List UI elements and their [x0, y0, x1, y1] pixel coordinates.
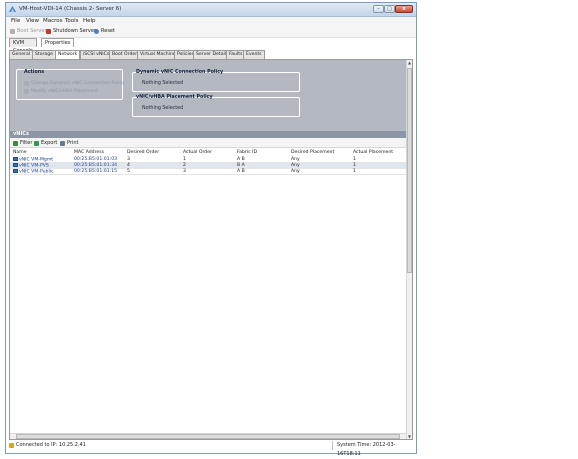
- window-title: VM-Host-VDI-14 (Chassis 2- Server 6): [19, 6, 122, 12]
- vertical-scrollbar[interactable]: ▲ ▼: [406, 60, 412, 439]
- app-icon: [9, 6, 16, 12]
- shutdown-icon: [46, 28, 51, 34]
- vnic-desired-placement: Any: [291, 169, 300, 174]
- close-button[interactable]: x: [395, 5, 413, 13]
- export-icon: [34, 140, 39, 146]
- shutdown-server-button[interactable]: Shutdown Server: [46, 28, 96, 34]
- tab-kvm-console[interactable]: KVM Console: [9, 38, 37, 54]
- placement-policy-value: Nothing Selected: [142, 106, 184, 111]
- dynamic-policy-title: Dynamic vNIC Connection Policy: [136, 70, 224, 75]
- vnic-desired-order: 5: [127, 169, 130, 174]
- col-desired-placement[interactable]: Desired Placement: [291, 150, 334, 155]
- menu-view[interactable]: View: [26, 18, 39, 24]
- tab-network[interactable]: Network: [55, 50, 81, 59]
- tab-storage[interactable]: Storage: [32, 50, 56, 59]
- vnic-name[interactable]: vNIC VM-Public: [13, 169, 54, 176]
- col-mac[interactable]: MAC Address: [74, 150, 104, 155]
- modify-placement-link[interactable]: Modify vNIC/vHBA Placement: [24, 89, 98, 94]
- print-icon: [60, 140, 65, 146]
- vertical-scroll-thumb[interactable]: [407, 68, 412, 273]
- horizontal-scrollbar[interactable]: [10, 433, 408, 439]
- tab-properties[interactable]: Properties: [41, 38, 75, 47]
- actions-title: Actions: [24, 70, 45, 75]
- col-desired-order[interactable]: Desired Order: [127, 150, 159, 155]
- tab-iscsi-vnics[interactable]: iSCSI vNICs: [80, 50, 113, 59]
- vnic-actual-order: 3: [183, 169, 186, 174]
- horizontal-scroll-thumb[interactable]: [16, 434, 400, 439]
- status-bar: Connected to IP: 10.25.2.41 System Time:…: [9, 441, 413, 457]
- vnic-icon: [13, 157, 18, 161]
- filter-icon: [13, 140, 18, 146]
- reset-icon: [94, 28, 99, 34]
- export-button[interactable]: Export: [34, 140, 57, 146]
- toolbar: Boot Server Shutdown Server Reset: [6, 26, 416, 38]
- dynamic-policy-value: Nothing Selected: [142, 81, 184, 86]
- maximize-button[interactable]: □: [384, 5, 395, 13]
- vnic-icon: [13, 163, 18, 167]
- scroll-down-arrow-icon[interactable]: ▼: [407, 434, 412, 439]
- menu-help[interactable]: Help: [83, 18, 96, 24]
- policy-icon: [24, 81, 29, 86]
- vnic-icon: [13, 169, 18, 173]
- minimize-button[interactable]: –: [373, 5, 384, 13]
- power-icon: [10, 28, 15, 34]
- change-dynamic-policy-link[interactable]: Change Dynamic vNIC Connection Policy: [24, 81, 125, 86]
- filter-button[interactable]: Filter: [13, 140, 32, 146]
- lock-icon: [9, 443, 14, 448]
- vnics-section-header[interactable]: vNICs: [10, 131, 408, 138]
- scroll-up-arrow-icon[interactable]: ▲: [407, 60, 412, 65]
- print-button[interactable]: Print: [60, 140, 79, 146]
- connection-status: Connected to IP: 10.25.2.41: [9, 441, 86, 450]
- table-header: Name MAC Address Desired Order Actual Or…: [10, 149, 408, 156]
- col-actual-order[interactable]: Actual Order: [183, 150, 212, 155]
- menu-tools[interactable]: Tools: [65, 18, 79, 24]
- col-actual-placement[interactable]: Actual Placement: [353, 150, 393, 155]
- tab-boot-order[interactable]: Boot Order: [109, 50, 141, 59]
- tab-general[interactable]: General: [9, 50, 34, 59]
- vnic-mac: 00:25:B5:01:01:15: [74, 169, 118, 174]
- placement-icon: [24, 89, 29, 94]
- policy-panel: Actions Change Dynamic vNIC Connection P…: [10, 60, 408, 131]
- col-name[interactable]: Name: [13, 150, 27, 155]
- col-fabric-id[interactable]: Fabric ID: [237, 150, 257, 155]
- vnic-fabric-id: A B: [237, 169, 245, 174]
- menu-macros[interactable]: Macros: [43, 18, 63, 24]
- system-time: System Time: 2012-03-16T18:11: [332, 441, 413, 457]
- tab-events[interactable]: Events: [243, 50, 265, 59]
- vnic-actual-placement: 1: [353, 169, 356, 174]
- placement-policy-title: vNIC/vHBA Placement Policy: [136, 95, 213, 100]
- table-row[interactable]: vNIC VM-Public 00:25:B5:01:01:15 5 3 A B…: [10, 169, 408, 175]
- menu-bar: File View Macros Tools Help: [6, 17, 416, 26]
- server-window: VM-Host-VDI-14 (Chassis 2- Server 6) – □…: [5, 2, 417, 457]
- network-tab-content: Actions Change Dynamic vNIC Connection P…: [9, 59, 413, 440]
- reset-button[interactable]: Reset: [94, 28, 115, 34]
- boot-server-button[interactable]: Boot Server: [10, 28, 47, 34]
- table-toolbar: Filter Export Print: [10, 138, 408, 148]
- title-bar: VM-Host-VDI-14 (Chassis 2- Server 6) – □…: [6, 3, 416, 17]
- menu-file[interactable]: File: [11, 18, 20, 24]
